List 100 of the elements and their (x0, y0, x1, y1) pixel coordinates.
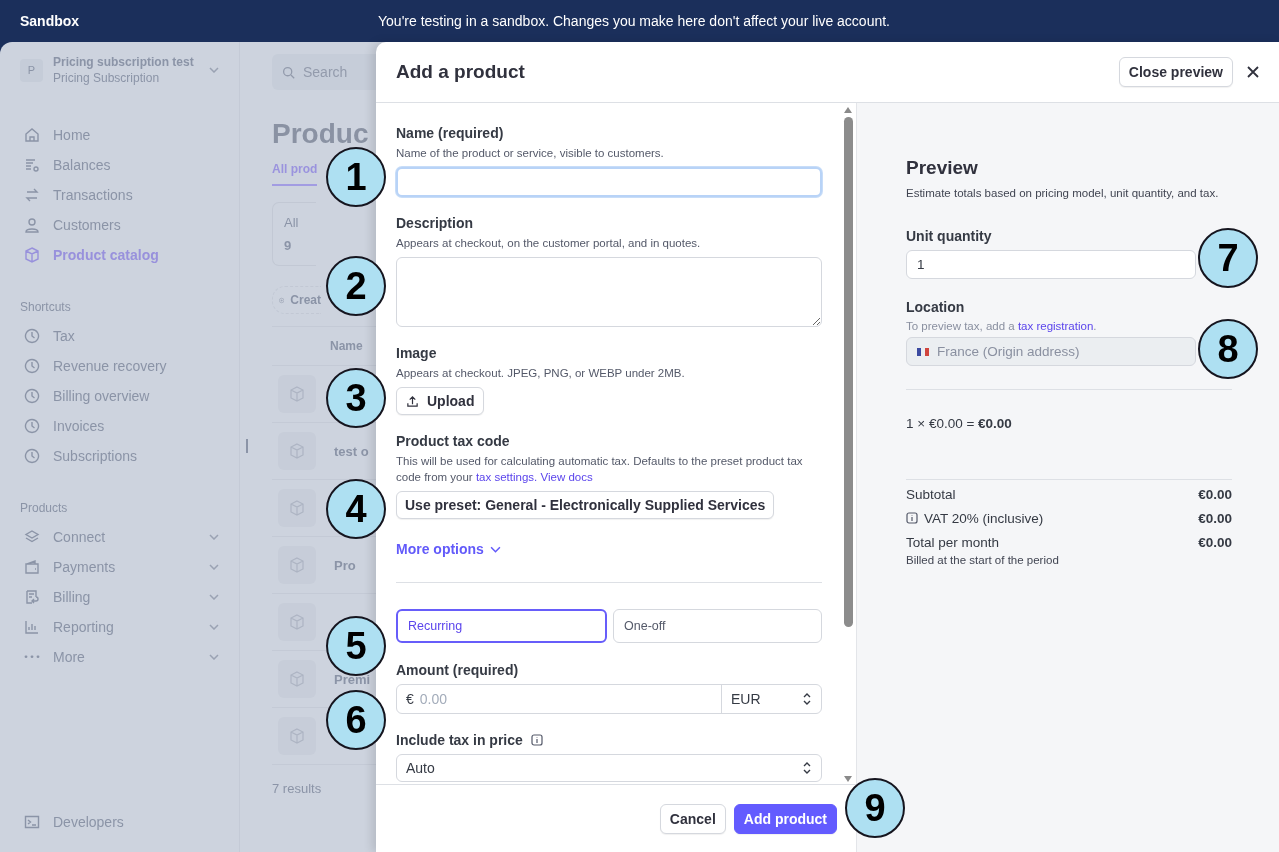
nav-item[interactable]: Billing (20, 582, 219, 612)
nav-item[interactable]: Connect (20, 522, 219, 552)
price-type-option[interactable]: One-off (613, 609, 822, 643)
preview-title: Preview (906, 157, 979, 179)
chevron-down-icon[interactable] (209, 594, 219, 600)
link[interactable]: tax settings. (475, 471, 538, 483)
chevron-icon (489, 545, 501, 553)
info-icon[interactable] (906, 512, 918, 524)
transactions-icon (24, 187, 40, 203)
product-name[interactable]: test o (334, 443, 369, 459)
chevron-down-icon[interactable] (209, 624, 219, 630)
nav-item[interactable]: Revenue recovery (20, 351, 219, 381)
price-type-option[interactable]: Recurring (396, 609, 607, 643)
account-name[interactable]: Pricing subscription test (53, 54, 199, 70)
field-hint: Appears at checkout, on the customer portal, and in quotes. (396, 236, 702, 251)
field-label: Product tax code (396, 433, 511, 449)
updown-icon (802, 761, 812, 775)
summary-value: €0.00 (1198, 534, 1232, 550)
price-calculation: 1 × €0.00 = €0.00 (906, 416, 1013, 431)
nav-item[interactable]: Balances (20, 150, 219, 180)
account-avatar: P (20, 58, 43, 82)
field-label: Name (required) (396, 125, 505, 141)
summary-value: €0.00 (1198, 510, 1232, 526)
customers-icon (24, 217, 40, 233)
field-label: Description (396, 215, 474, 231)
home-icon (24, 127, 40, 143)
more-options-link[interactable]: More options (396, 541, 501, 557)
balances-icon (24, 157, 40, 173)
box-icon (289, 728, 305, 744)
nav-item[interactable]: Developers (20, 807, 219, 837)
search-icon (282, 65, 295, 79)
sandbox-message: You're testing in a sandbox. Changes you make here don't affect your live account. (378, 13, 890, 29)
nav-item[interactable]: Customers (20, 210, 219, 240)
layers-icon (24, 529, 40, 545)
chart-icon (24, 619, 40, 635)
name-input[interactable] (396, 167, 822, 197)
summary-note: Billed at the start of the period (906, 554, 1060, 566)
page-title: Produc (272, 118, 370, 150)
box-icon (289, 671, 305, 687)
section-heading: Shortcuts (20, 299, 72, 316)
box-icon (24, 247, 40, 263)
nav-item[interactable]: Billing overview (20, 381, 219, 411)
chevron-down-icon[interactable] (209, 67, 219, 73)
filter-card[interactable]: All 9 (272, 202, 316, 266)
nav-item[interactable]: Reporting (20, 612, 219, 642)
nav-item[interactable]: More (20, 642, 219, 672)
close-preview-button[interactable]: Close preview (1118, 57, 1233, 87)
nav-item[interactable]: Transactions (20, 180, 219, 210)
tax-code-button[interactable]: Use preset: General - Electronically Supplied Services (396, 491, 775, 519)
field-label: Include tax in price (396, 732, 523, 748)
nav-item[interactable]: Invoices (20, 411, 219, 441)
box-icon (289, 386, 305, 402)
clock-icon (24, 448, 40, 464)
box-icon (289, 614, 305, 630)
info-icon[interactable] (530, 734, 543, 746)
summary-value: €0.00 (1198, 486, 1232, 502)
scroll-up-icon[interactable] (844, 107, 852, 113)
nav-item[interactable]: Product catalog (20, 240, 219, 270)
field-hint: Name of the product or service, visible to customers. (396, 146, 665, 161)
clock-icon (24, 358, 40, 374)
chevron-down-icon[interactable] (209, 564, 219, 570)
cancel-button[interactable]: Cancel (659, 803, 726, 834)
field-label: Location (906, 299, 966, 315)
chevron-down-icon[interactable] (209, 654, 219, 660)
field-hint: To preview tax, add a tax registration. (906, 319, 1097, 334)
scroll-down-icon[interactable] (844, 776, 852, 782)
billing-icon (24, 589, 40, 605)
description-input[interactable] (396, 257, 822, 327)
summary-label: Total per month (906, 534, 1001, 550)
upload-button[interactable]: Upload (396, 387, 485, 415)
tax-behavior-select[interactable]: Auto (396, 754, 822, 782)
product-name[interactable]: Pro (334, 557, 356, 573)
upload-icon (406, 394, 419, 408)
nav-item[interactable]: Tax (20, 321, 219, 351)
quantity-input[interactable]: 1 (906, 250, 1196, 279)
field-hint: Appears at checkout. JPEG, PNG, or WEBP under 2MB. (396, 366, 686, 381)
summary-label: Subtotal (906, 486, 957, 502)
nav-item[interactable]: Home (20, 120, 219, 150)
chevron-down-icon[interactable] (209, 534, 219, 540)
link[interactable]: View docs (540, 471, 593, 483)
box-icon (289, 500, 305, 516)
nav-item[interactable]: Payments (20, 552, 219, 582)
field-label: Image (396, 345, 438, 361)
clock-icon (24, 418, 40, 434)
filter-count: 9 (284, 238, 293, 253)
sandbox-label: Sandbox (20, 13, 81, 29)
column-header: Name (330, 339, 363, 353)
clock-icon (24, 328, 40, 344)
close-icon[interactable] (1247, 66, 1259, 78)
box-icon (289, 443, 305, 459)
resize-handle[interactable] (246, 439, 248, 453)
field-label: Amount (required) (396, 662, 520, 678)
nav-item[interactable]: Subscriptions (20, 441, 219, 471)
field-label: Unit quantity (906, 228, 993, 244)
dots-icon (24, 655, 40, 659)
results-count: 7 results (272, 781, 323, 796)
add-product-button[interactable]: Add product (733, 803, 837, 834)
field-hint: This will be used for calculating automatic tax. Defaults to the preset product tax code from your tax settings. View docs (396, 454, 804, 485)
filter-label: All (284, 215, 300, 230)
products-tab[interactable]: All prod (272, 162, 318, 186)
